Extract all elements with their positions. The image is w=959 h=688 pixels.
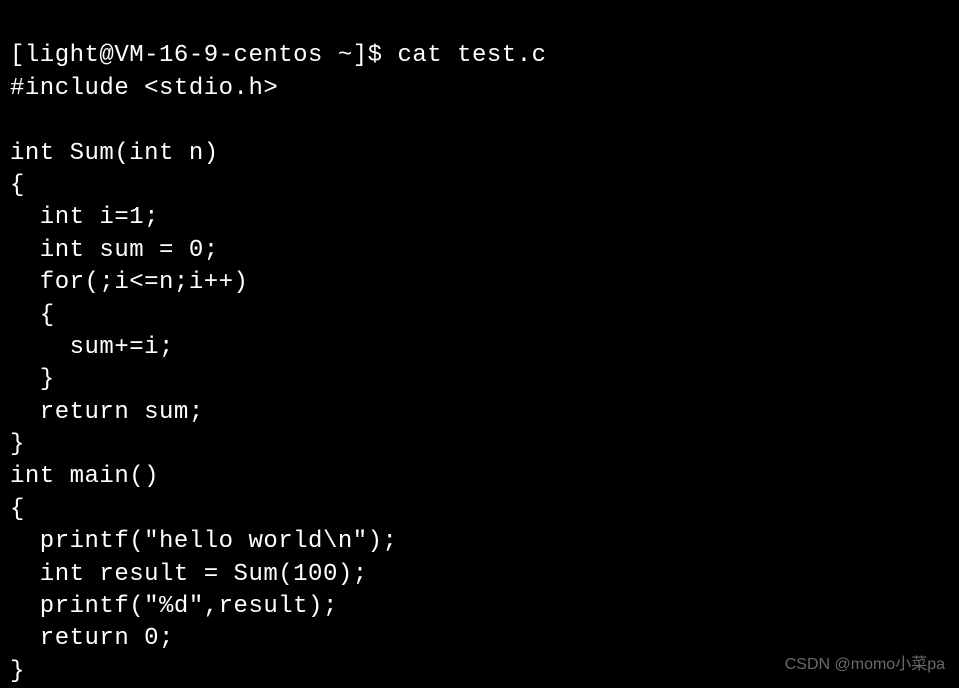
code-line: int i=1; <box>10 204 159 231</box>
code-line: for(;i<=n;i++) <box>10 269 248 296</box>
command-text: cat test.c <box>397 42 546 69</box>
code-line: { <box>10 302 55 329</box>
prompt-text: [light@VM-16-9-centos ~]$ <box>10 42 397 69</box>
code-line: { <box>10 172 25 199</box>
code-line: return 0; <box>10 625 174 652</box>
terminal-output[interactable]: [light@VM-16-9-centos ~]$ cat test.c #in… <box>10 8 949 688</box>
code-line: } <box>10 658 25 685</box>
code-line: printf("hello world\n"); <box>10 528 397 555</box>
code-line: int sum = 0; <box>10 237 219 264</box>
code-line: { <box>10 496 25 523</box>
code-line: #include <stdio.h> <box>10 75 278 102</box>
code-line: } <box>10 431 25 458</box>
code-line: return sum; <box>10 399 204 426</box>
code-line: int Sum(int n) <box>10 140 219 167</box>
shell-prompt: [light@VM-16-9-centos ~]$ cat test.c <box>10 42 547 69</box>
code-line: sum+=i; <box>10 334 174 361</box>
code-line: } <box>10 366 55 393</box>
code-line: int result = Sum(100); <box>10 561 368 588</box>
code-line: printf("%d",result); <box>10 593 338 620</box>
watermark-text: CSDN @momo小菜pa <box>785 654 945 676</box>
code-line: int main() <box>10 463 159 490</box>
